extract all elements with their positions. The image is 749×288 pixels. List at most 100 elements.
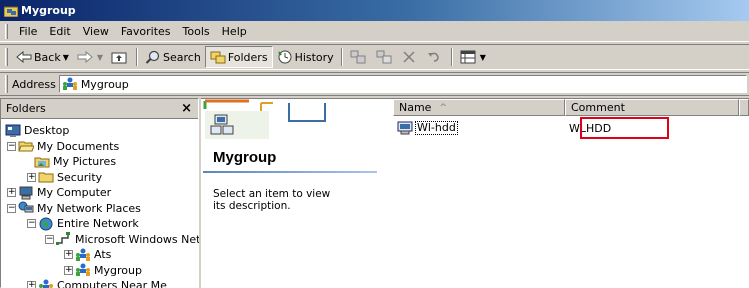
undo-icon: [427, 52, 439, 62]
networked-computer-icon: [397, 121, 413, 135]
address-value: Mygroup: [80, 77, 129, 91]
toolbar-grip[interactable]: [5, 48, 8, 66]
sort-ascending-icon: ^: [439, 102, 447, 113]
web-view-description: Select an item to view its description.: [213, 188, 331, 212]
move-to-button[interactable]: [346, 46, 372, 68]
menu-help[interactable]: Help: [216, 23, 253, 41]
views-icon: [460, 50, 476, 64]
tree-item-computers-near-me[interactable]: + Computers Near Me: [1, 278, 198, 288]
tree-item-label: Computers Near Me: [57, 279, 167, 288]
folders-pane-header: Folders ×: [1, 99, 198, 119]
views-button[interactable]: ▼: [456, 46, 490, 68]
collapse-icon[interactable]: −: [7, 203, 16, 213]
list-item-name-cell[interactable]: Wl-hdd: [393, 121, 565, 135]
folders-pane-title: Folders: [6, 102, 46, 115]
views-dropdown-icon[interactable]: ▼: [480, 53, 486, 62]
workgroup-icon: [76, 263, 90, 277]
history-icon: [277, 50, 292, 64]
collapse-icon[interactable]: −: [7, 141, 16, 151]
collapse-icon[interactable]: −: [45, 234, 54, 244]
toolbar-separator: [450, 48, 453, 66]
tree-item-security[interactable]: + Security: [1, 170, 198, 186]
close-icon[interactable]: ×: [181, 102, 192, 115]
tree-item-label: Security: [57, 170, 103, 184]
expand-icon[interactable]: +: [64, 265, 73, 275]
tree-item-my-documents[interactable]: − My Documents: [1, 139, 198, 155]
tree-item-label: My Network Places: [37, 201, 141, 215]
column-header-name[interactable]: Name ^: [393, 99, 565, 116]
tree-item-label: My Documents: [37, 139, 120, 153]
column-header-comment[interactable]: Comment: [565, 99, 739, 116]
tree-item-my-computer[interactable]: + My Computer: [1, 185, 198, 201]
toolbar-separator: [340, 48, 343, 66]
network-folder-icon: [4, 6, 18, 17]
menu-tools[interactable]: Tools: [177, 23, 216, 41]
tree-item-my-network-places[interactable]: − My Network Places: [1, 201, 198, 217]
web-view-banner: [203, 99, 326, 139]
back-dropdown-icon[interactable]: ▼: [63, 53, 69, 62]
tree-item-microsoft-windows-network[interactable]: − Microsoft Windows Netw: [1, 232, 209, 248]
forward-dropdown-icon[interactable]: ▼: [97, 53, 103, 62]
workgroup-icon: [62, 77, 77, 90]
move-to-icon: [350, 50, 366, 64]
menu-edit[interactable]: Edit: [43, 23, 76, 41]
globe-icon: [39, 217, 53, 231]
tree-item-my-pictures[interactable]: My Pictures: [1, 154, 198, 170]
delete-button[interactable]: [398, 46, 422, 68]
pictures-folder-icon: [34, 157, 50, 168]
menu-favorites[interactable]: Favorites: [115, 23, 177, 41]
window-title-bar[interactable]: Mygroup: [0, 0, 749, 21]
title-divider: [203, 171, 377, 173]
search-icon: [145, 50, 160, 64]
tree-item-desktop[interactable]: Desktop: [1, 123, 198, 139]
folders-button[interactable]: Folders: [204, 46, 273, 68]
list-item[interactable]: Wl-hdd WLHDD: [393, 120, 749, 136]
computer-icon: [19, 186, 33, 200]
folders-pane: Folders × Desktop − My Documents My Pict…: [0, 98, 209, 288]
forward-arrow-icon: [77, 51, 93, 63]
network-cable-icon: [56, 232, 70, 246]
annotation-highlight-box: [580, 117, 669, 139]
column-header-comment-label: Comment: [571, 101, 625, 114]
workgroup-icon: [76, 248, 90, 261]
address-bar: Address Mygroup: [0, 72, 749, 96]
expand-icon[interactable]: +: [64, 250, 73, 260]
address-field[interactable]: Mygroup: [58, 75, 747, 93]
tree-item-entire-network[interactable]: − Entire Network: [1, 216, 198, 232]
list-item-name: Wl-hdd: [415, 121, 458, 135]
expand-icon[interactable]: +: [7, 188, 16, 198]
back-button[interactable]: Back ▼: [12, 46, 73, 68]
search-label: Search: [163, 50, 201, 64]
menu-file[interactable]: File: [13, 23, 43, 41]
up-button[interactable]: [107, 46, 133, 68]
collapse-icon[interactable]: −: [27, 219, 36, 229]
menubar-grip[interactable]: [5, 24, 8, 39]
addressbar-grip[interactable]: [5, 75, 8, 93]
tree-item-label: Entire Network: [57, 217, 139, 231]
expand-icon[interactable]: +: [27, 281, 36, 288]
folder-up-icon: [111, 52, 127, 64]
tree-item-label: Desktop: [24, 124, 70, 138]
column-header-filler: [739, 99, 749, 116]
tree-item-label: Mygroup: [94, 263, 142, 277]
history-label: History: [294, 50, 334, 64]
history-button[interactable]: History: [273, 46, 338, 68]
menu-view[interactable]: View: [77, 23, 115, 41]
copy-to-button[interactable]: [372, 46, 398, 68]
network-places-icon: [18, 201, 34, 213]
search-button[interactable]: Search: [141, 46, 205, 68]
folder-icon: [38, 172, 54, 183]
tree-item-label: My Computer: [37, 186, 112, 200]
tree-item-ats[interactable]: + Ats: [1, 247, 198, 263]
file-list: Name ^ Comment Wl-hdd WLHDD: [393, 99, 749, 288]
open-folder-icon: [18, 141, 34, 152]
tree-item-mygroup[interactable]: + Mygroup: [1, 263, 198, 279]
toolbar-separator: [136, 48, 139, 66]
content-area: Mygroup Select an item to view its descr…: [201, 98, 749, 288]
undo-button[interactable]: [422, 46, 448, 68]
workgroup-icon: [39, 279, 53, 288]
address-label: Address: [12, 77, 56, 91]
forward-button[interactable]: ▼: [73, 46, 107, 68]
back-label: Back: [34, 50, 61, 64]
expand-icon[interactable]: +: [27, 172, 36, 182]
